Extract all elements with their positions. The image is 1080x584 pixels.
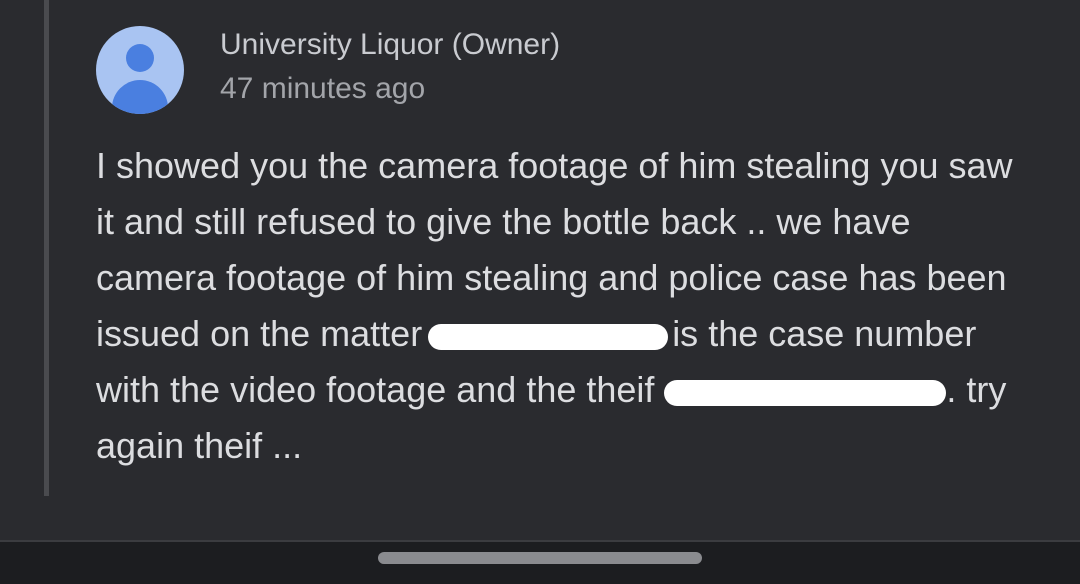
redaction-mark (664, 380, 947, 406)
person-icon-body (112, 80, 168, 114)
redaction-mark (428, 324, 669, 350)
person-icon (126, 44, 154, 72)
avatar[interactable] (96, 26, 184, 114)
gesture-handle[interactable] (378, 552, 702, 564)
comment-timestamp: 47 minutes ago (220, 72, 426, 105)
comment-author[interactable]: University Liquor (Owner) (220, 28, 560, 62)
thread-line (44, 0, 49, 496)
comment-body: I showed you the camera footage of him s… (96, 138, 1036, 474)
